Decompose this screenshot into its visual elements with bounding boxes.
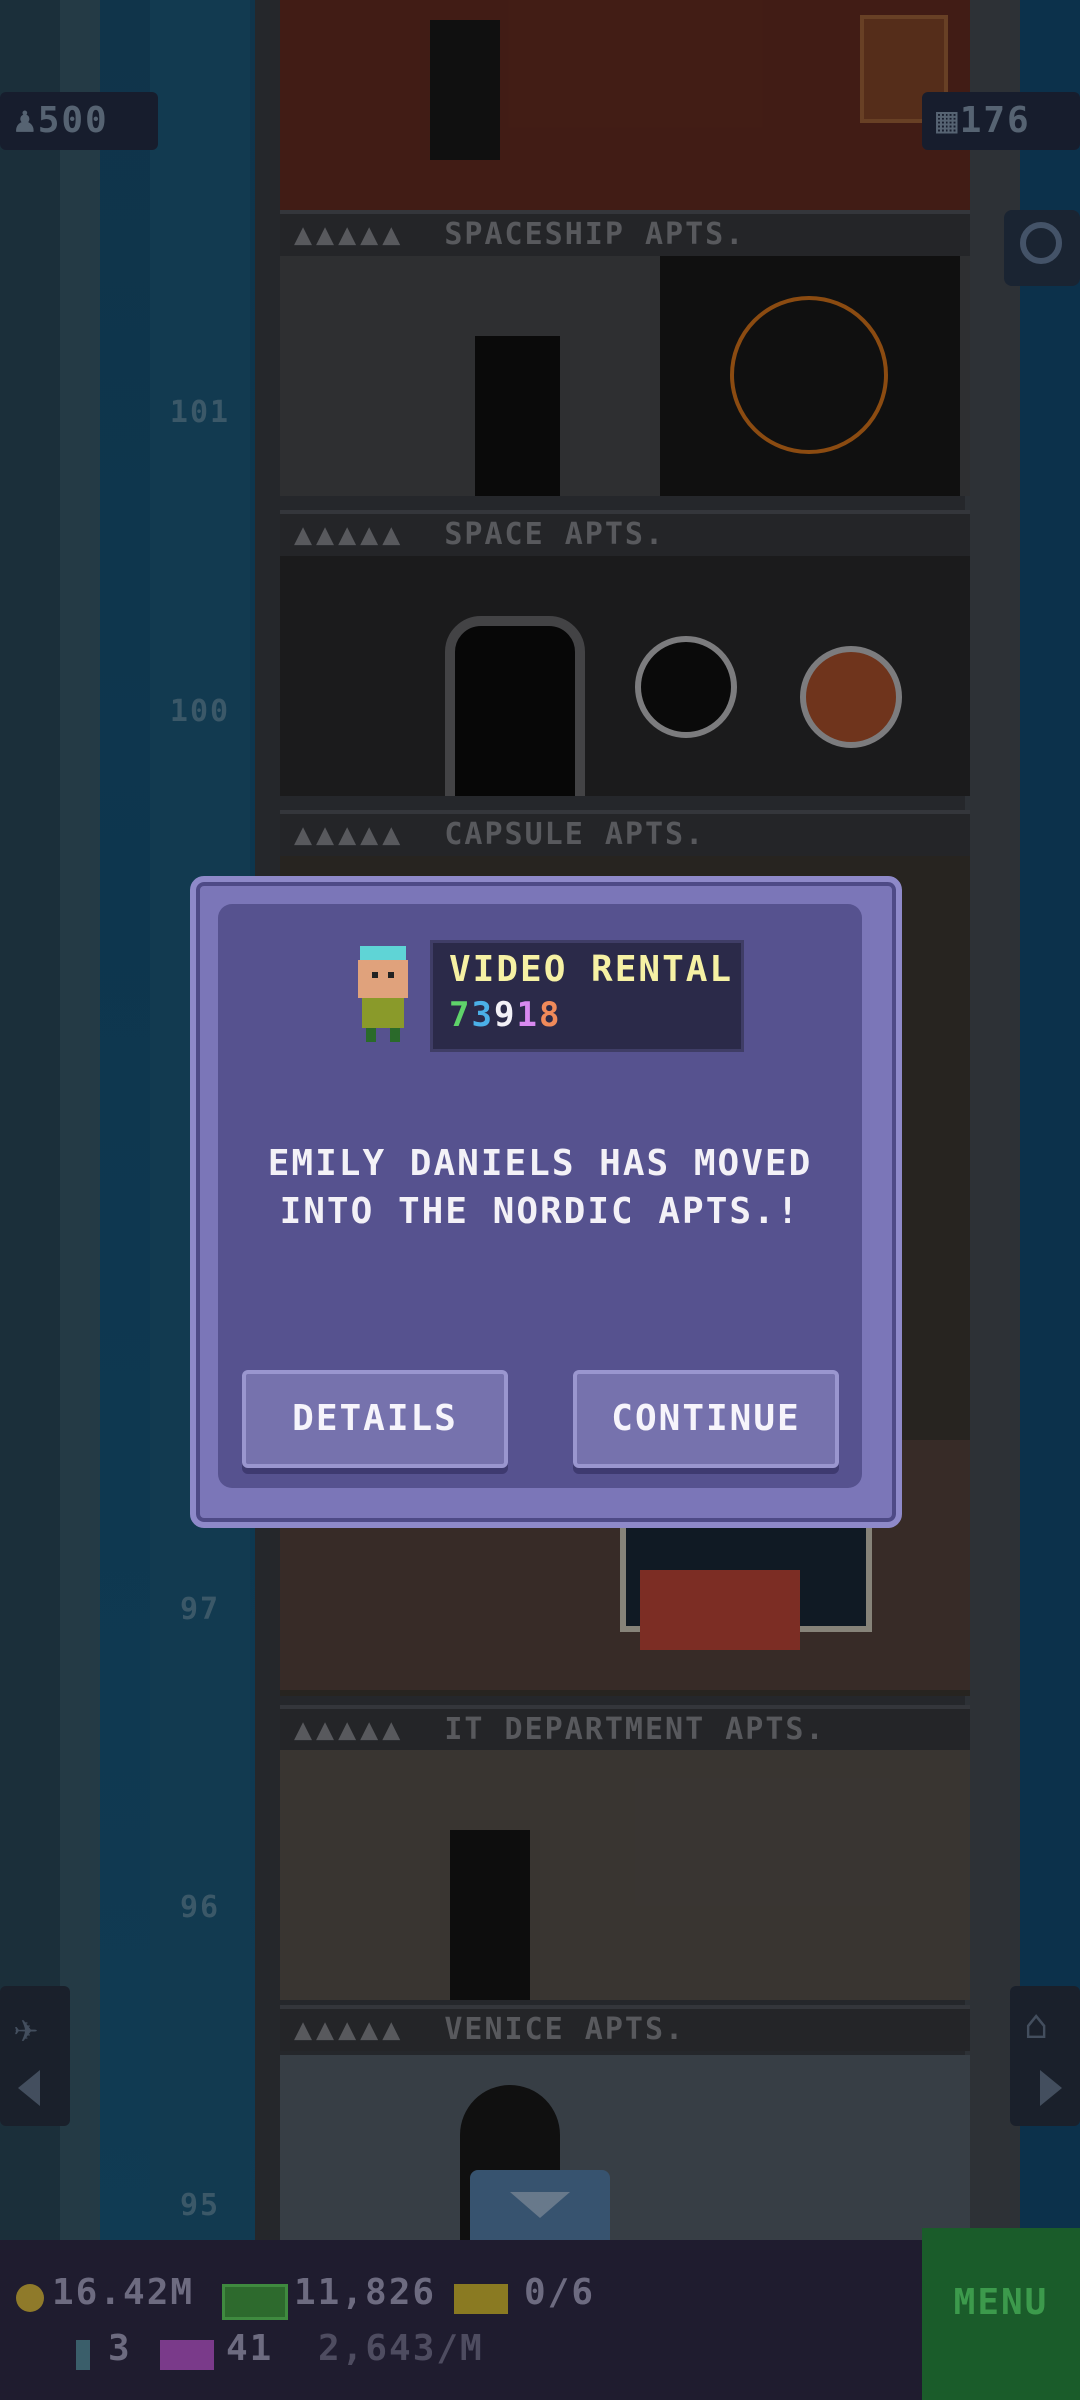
code-digit: 8 <box>538 995 562 1035</box>
message-line: INTO THE NORDIC APTS.! <box>279 1191 801 1232</box>
code-digit: 7 <box>449 995 472 1035</box>
vip-value: 41 <box>226 2328 274 2369</box>
business-code: 73918 <box>449 995 561 1035</box>
income-rate: 2,643/M <box>318 2328 484 2369</box>
message-line: EMILY DANIELS HAS MOVED <box>267 1143 813 1184</box>
elevator-icon <box>76 2340 90 2370</box>
vip-icon <box>160 2340 214 2370</box>
coin-icon <box>16 2284 44 2312</box>
tickets-value: 0/6 <box>524 2272 596 2313</box>
elevators-value: 3 <box>108 2328 132 2369</box>
code-digit: 3 <box>471 995 494 1035</box>
business-name: VIDEO RENTAL <box>449 949 734 990</box>
bux-value: 11,826 <box>294 2272 437 2313</box>
ticket-icon <box>454 2284 508 2314</box>
menu-button[interactable]: MENU <box>922 2228 1080 2400</box>
code-digit: 9 <box>493 995 517 1035</box>
code-digit: 1 <box>516 995 539 1035</box>
bux-icon <box>222 2284 288 2320</box>
dialog-message: EMILY DANIELS HAS MOVED INTO THE NORDIC … <box>230 1140 850 1236</box>
business-badge: VIDEO RENTAL 73918 <box>430 940 744 1052</box>
resident-avatar <box>352 946 414 1042</box>
coins-value: 16.42M <box>52 2272 195 2313</box>
continue-button[interactable]: CONTINUE <box>573 1370 839 1468</box>
details-button[interactable]: DETAILS <box>242 1370 508 1468</box>
bottom-status-bar: 16.42M 11,826 0/6 3 41 2,643/M <box>0 2240 1080 2400</box>
